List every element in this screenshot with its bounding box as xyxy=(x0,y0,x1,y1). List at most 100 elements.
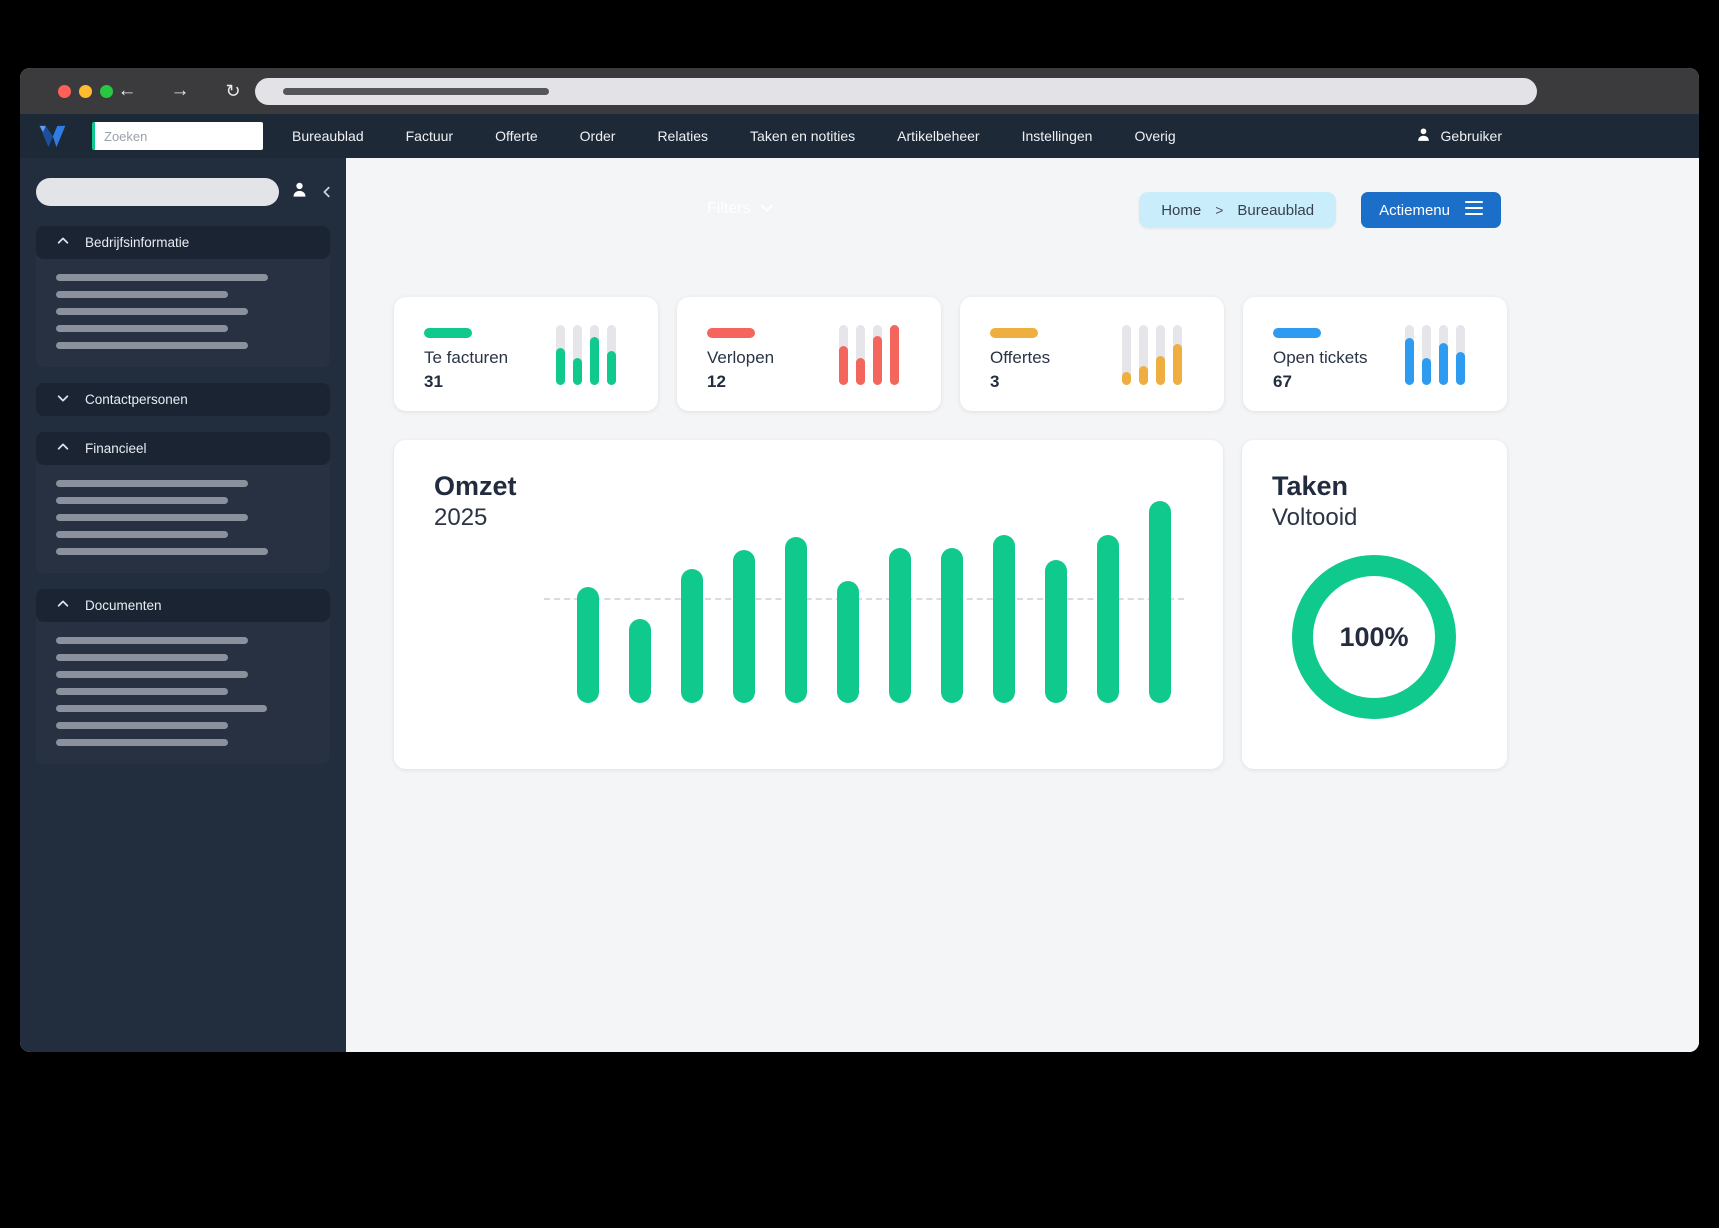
minichart-bar-track xyxy=(1405,325,1414,385)
skeleton-line xyxy=(56,342,248,349)
nav-item-relaties[interactable]: Relaties xyxy=(636,128,729,144)
skeleton-line xyxy=(56,497,228,504)
minimize-window-button[interactable] xyxy=(79,85,92,98)
stat-card-minichart xyxy=(839,325,899,385)
app-navbar: BureaubladFactuurOfferteOrderRelatiesTak… xyxy=(20,114,1699,158)
page-toolbar: Home > Bureaublad Actiemenu xyxy=(1139,192,1501,228)
nav-item-artikelbeheer[interactable]: Artikelbeheer xyxy=(876,128,1001,144)
sidebar-search-input[interactable] xyxy=(36,178,279,206)
minichart-bar-fill xyxy=(1439,343,1448,385)
app-logo-icon[interactable] xyxy=(36,123,68,150)
skeleton-line xyxy=(56,274,268,281)
skeleton-line xyxy=(56,514,248,521)
minichart-bar-track xyxy=(1122,325,1131,385)
user-icon xyxy=(1415,126,1432,146)
chevron-up-icon xyxy=(56,597,70,614)
minichart-bar-track xyxy=(890,325,899,385)
address-placeholder-line xyxy=(283,88,549,95)
skeleton-line xyxy=(56,688,228,695)
stat-card-te-facturen[interactable]: Te facturen 31 xyxy=(394,297,658,411)
sidebar-section-body xyxy=(36,465,330,573)
stat-card-minichart xyxy=(1122,325,1182,385)
breadcrumb-separator: > xyxy=(1215,202,1224,218)
stat-card-open-tickets[interactable]: Open tickets 67 xyxy=(1243,297,1507,411)
user-label: Gebruiker xyxy=(1440,128,1502,144)
skeleton-line xyxy=(56,308,248,315)
omzet-bar xyxy=(1097,535,1119,703)
person-icon[interactable] xyxy=(290,180,309,204)
sidebar-section-header-bedrijfsinformatie[interactable]: Bedrijfsinformatie xyxy=(36,226,330,259)
minichart-bar-fill xyxy=(573,358,582,385)
minichart-bar-fill xyxy=(590,337,599,385)
stat-card-minichart xyxy=(556,325,616,385)
tasks-card: Taken Voltooid 100% xyxy=(1242,440,1507,769)
nav-item-bureaublad[interactable]: Bureaublad xyxy=(271,128,385,144)
navbar-search-input[interactable] xyxy=(92,122,263,150)
stat-card-value: 12 xyxy=(707,372,726,391)
sidebar-section-documenten: Documenten xyxy=(36,589,330,764)
breadcrumb: Home > Bureaublad xyxy=(1139,192,1337,228)
sidebar-section-bedrijfsinformatie: Bedrijfsinformatie xyxy=(36,226,330,367)
minichart-bar-fill xyxy=(1456,352,1465,385)
breadcrumb-current[interactable]: Bureaublad xyxy=(1237,202,1314,219)
user-menu[interactable]: Gebruiker xyxy=(1415,126,1502,146)
omzet-bar xyxy=(837,581,859,703)
stat-accent-pill xyxy=(424,328,472,338)
minichart-bar-track xyxy=(856,325,865,385)
omzet-bar xyxy=(629,619,651,703)
stat-card-label: Verlopen xyxy=(707,348,775,367)
chevron-down-icon xyxy=(760,200,774,218)
minichart-bar-track xyxy=(607,325,616,385)
sidebar-collapse-icon[interactable] xyxy=(320,184,334,200)
sidebar-section-header-documenten[interactable]: Documenten xyxy=(36,589,330,622)
minichart-bar-fill xyxy=(1139,365,1148,385)
nav-item-overig[interactable]: Overig xyxy=(1113,128,1196,144)
sidebar-section-header-financieel[interactable]: Financieel xyxy=(36,432,330,465)
action-menu-button[interactable]: Actiemenu xyxy=(1361,192,1501,228)
minichart-bar-fill xyxy=(839,346,848,385)
forward-button[interactable]: → xyxy=(167,78,193,104)
minichart-bar-fill xyxy=(1156,356,1165,385)
nav-item-factuur[interactable]: Factuur xyxy=(385,128,474,144)
minichart-bar-track xyxy=(1422,325,1431,385)
stat-card-label: Offertes xyxy=(990,348,1051,367)
minichart-bar-track xyxy=(873,325,882,385)
stat-cards-row: Te facturen 31 Verlopen 12 Offertes 3 Open tic… xyxy=(394,297,1507,411)
minichart-bar-track xyxy=(556,325,565,385)
navbar-menu: Bureaublad Factuur Offerte Order Relaties Tak… xyxy=(271,128,1197,144)
close-window-button[interactable] xyxy=(58,85,71,98)
address-bar[interactable] xyxy=(255,78,1537,105)
omzet-bar xyxy=(1045,560,1067,703)
sidebar-section-header-contactpersonen[interactable]: Contactpersonen xyxy=(36,383,330,416)
minichart-bar-track xyxy=(1439,325,1448,385)
action-menu-label: Actiemenu xyxy=(1379,201,1450,219)
stat-accent-pill xyxy=(1273,328,1321,338)
maximize-window-button[interactable] xyxy=(100,85,113,98)
filters-toggle[interactable]: Filters xyxy=(707,200,774,218)
nav-item-order[interactable]: Order xyxy=(559,128,637,144)
browser-window: ← → ↻ BureaubladFactuurOfferteOrderRelat… xyxy=(20,68,1699,1052)
sidebar-section-label: Documenten xyxy=(85,598,162,613)
skeleton-line xyxy=(56,531,228,538)
breadcrumb-home[interactable]: Home xyxy=(1161,202,1201,219)
sidebar-section-label: Contactpersonen xyxy=(85,392,188,407)
nav-item-taken-en-notities[interactable]: Taken en notities xyxy=(729,128,876,144)
nav-item-offerte[interactable]: Offerte xyxy=(474,128,559,144)
stat-card-offertes[interactable]: Offertes 3 xyxy=(960,297,1224,411)
minichart-bar-track xyxy=(1456,325,1465,385)
back-button[interactable]: ← xyxy=(114,78,140,104)
main-panel: Filters Home > Bureaublad Actiemenu Te f… xyxy=(346,158,1699,1052)
omzet-bar xyxy=(993,535,1015,703)
minichart-bar-fill xyxy=(856,358,865,385)
chevron-down-icon xyxy=(56,391,70,408)
donut-ring: 100% xyxy=(1292,555,1456,719)
omzet-bar xyxy=(733,550,755,703)
minichart-bar-fill xyxy=(1405,338,1414,385)
content-area: Bedrijfsinformatie Contactpersonen Financi… xyxy=(20,158,1699,1052)
stat-accent-pill xyxy=(990,328,1038,338)
stat-card-verlopen[interactable]: Verlopen 12 xyxy=(677,297,941,411)
nav-item-instellingen[interactable]: Instellingen xyxy=(1001,128,1114,144)
sidebar-section-financieel: Financieel xyxy=(36,432,330,573)
stat-accent-pill xyxy=(707,328,755,338)
refresh-button[interactable]: ↻ xyxy=(220,78,246,104)
